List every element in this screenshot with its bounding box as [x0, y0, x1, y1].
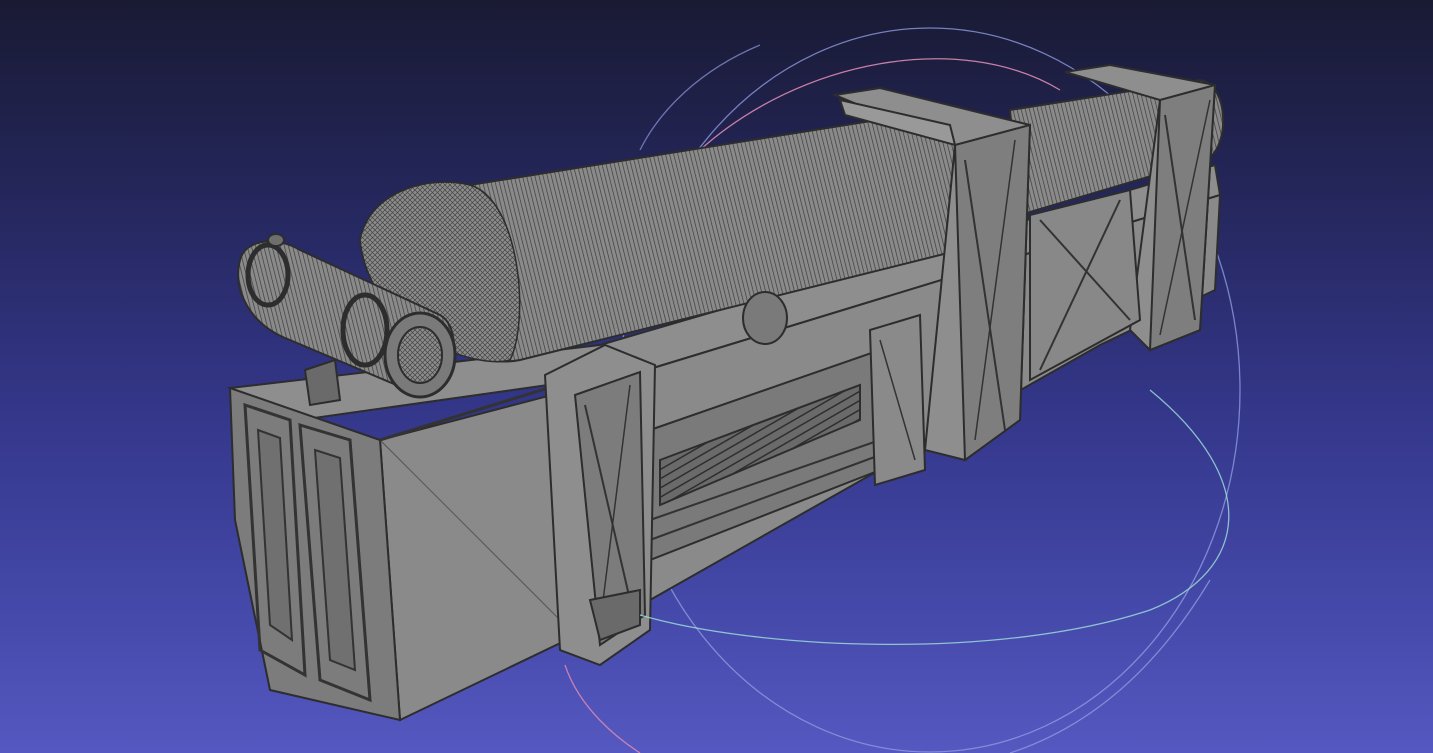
- 3d-viewport[interactable]: [0, 0, 1433, 753]
- scene-canvas[interactable]: [0, 0, 1433, 753]
- trackball-ring-y-lower: [1009, 579, 1211, 753]
- trackball-ring-x-lower: [564, 664, 641, 753]
- front-frame: [543, 343, 657, 667]
- middle-frame: [868, 313, 927, 487]
